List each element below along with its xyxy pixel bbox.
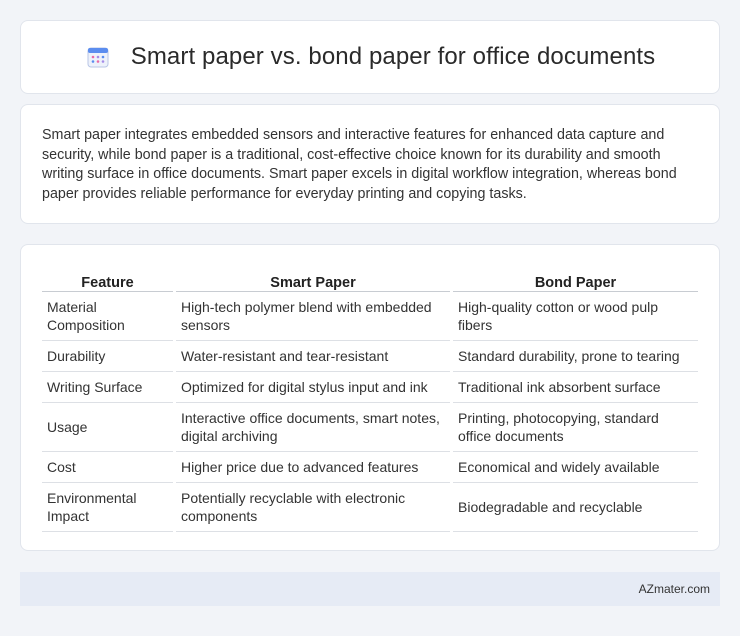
bond-paper-cell: High-quality cotton or wood pulp fibers: [453, 292, 698, 341]
table-row: Writing Surface Optimized for digital st…: [42, 372, 698, 403]
column-header-feature: Feature: [42, 266, 173, 292]
bond-paper-cell: Standard durability, prone to tearing: [453, 341, 698, 372]
smart-paper-cell: Interactive office documents, smart note…: [176, 403, 450, 452]
feature-cell: Durability: [42, 341, 173, 372]
bond-paper-cell: Printing, photocopying, standard office …: [453, 403, 698, 452]
feature-cell: Usage: [42, 403, 173, 452]
calendar-icon: [85, 44, 111, 70]
smart-paper-cell: Higher price due to advanced features: [176, 452, 450, 483]
column-header-bond-paper: Bond Paper: [453, 266, 698, 292]
table-row: Material Composition High-tech polymer b…: [42, 292, 698, 341]
smart-paper-cell: Optimized for digital stylus input and i…: [176, 372, 450, 403]
bond-paper-cell: Biodegradable and recyclable: [453, 483, 698, 532]
footer-site-link[interactable]: AZmater.com: [639, 582, 710, 596]
comparison-card: Feature Smart Paper Bond Paper Material …: [20, 244, 720, 551]
column-header-smart-paper: Smart Paper: [176, 266, 450, 292]
feature-cell: Material Composition: [42, 292, 173, 341]
title-card: Smart paper vs. bond paper for office do…: [20, 20, 720, 94]
table-row: Cost Higher price due to advanced featur…: [42, 452, 698, 483]
table-header-row: Feature Smart Paper Bond Paper: [42, 266, 698, 292]
feature-cell: Writing Surface: [42, 372, 173, 403]
bond-paper-cell: Traditional ink absorbent surface: [453, 372, 698, 403]
feature-cell: Cost: [42, 452, 173, 483]
bond-paper-cell: Economical and widely available: [453, 452, 698, 483]
intro-card: Smart paper integrates embedded sensors …: [20, 104, 720, 224]
table-row: Environmental Impact Potentially recycla…: [42, 483, 698, 532]
page-title: Smart paper vs. bond paper for office do…: [130, 43, 656, 70]
footer-bar: AZmater.com: [20, 572, 720, 606]
smart-paper-cell: Water-resistant and tear-resistant: [176, 341, 450, 372]
table-row: Durability Water-resistant and tear-resi…: [42, 341, 698, 372]
smart-paper-cell: High-tech polymer blend with embedded se…: [176, 292, 450, 341]
comparison-table: Feature Smart Paper Bond Paper Material …: [39, 266, 701, 532]
table-row: Usage Interactive office documents, smar…: [42, 403, 698, 452]
intro-paragraph: Smart paper integrates embedded sensors …: [42, 127, 677, 202]
feature-cell: Environmental Impact: [42, 483, 173, 532]
smart-paper-cell: Potentially recyclable with electronic c…: [176, 483, 450, 532]
